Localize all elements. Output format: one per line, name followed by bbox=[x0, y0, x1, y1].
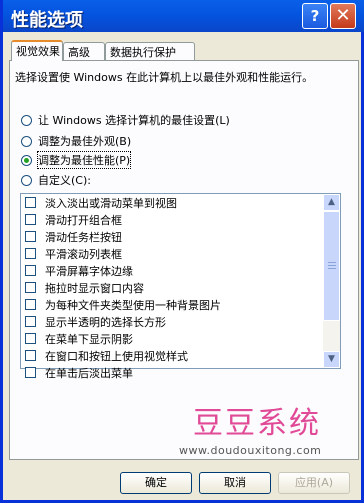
radio-circle bbox=[21, 114, 32, 126]
checkbox[interactable] bbox=[25, 231, 36, 242]
list-item[interactable]: 显示半透明的选择长方形 bbox=[21, 313, 323, 330]
list-item[interactable]: 在单击后淡出菜单 bbox=[21, 364, 323, 381]
checkbox[interactable] bbox=[25, 197, 36, 208]
grip-line bbox=[328, 262, 336, 263]
item-label: 平滑屏幕字体边缘 bbox=[45, 264, 133, 278]
list-item[interactable]: 在菜单下显示阴影 bbox=[21, 330, 323, 347]
scroll-up-button[interactable]: ▲ bbox=[323, 194, 340, 211]
watermark-url: www.doudouxitong.com bbox=[179, 444, 322, 457]
item-label: 拖拉时显示窗口内容 bbox=[45, 281, 144, 295]
radio-best-appearance[interactable]: 调整为最佳外观(B) bbox=[21, 133, 131, 149]
radio-best-performance[interactable]: 调整为最佳性能(P) bbox=[21, 151, 132, 169]
grip-line bbox=[328, 265, 336, 266]
scroll-thumb[interactable] bbox=[323, 211, 340, 321]
tab-advanced[interactable]: 高级 bbox=[63, 42, 105, 60]
title-bar[interactable]: 性能选项 ? ✕ bbox=[3, 0, 364, 32]
tab-visual-effects[interactable]: 视觉效果 bbox=[11, 40, 63, 61]
list-item[interactable]: 为每种文件夹类型使用一种背景图片 bbox=[21, 296, 323, 313]
radio-label: 调整为最佳性能(P) bbox=[36, 151, 132, 169]
watermark-logo: 豆豆系统 bbox=[193, 406, 321, 441]
item-label: 平滑滚动列表框 bbox=[45, 247, 122, 261]
item-label: 滑动打开组合框 bbox=[45, 213, 122, 227]
radio-label: 让 Windows 选择计算机的最佳设置(L) bbox=[38, 114, 230, 127]
item-label: 显示半透明的选择长方形 bbox=[45, 315, 166, 329]
radio-label: 调整为最佳外观(B) bbox=[38, 135, 132, 148]
list-item[interactable]: 拖拉时显示窗口内容 bbox=[21, 279, 323, 296]
apply-button[interactable]: 应用(A) bbox=[278, 472, 350, 494]
list-item[interactable]: 平滑屏幕字体边缘 bbox=[21, 262, 323, 279]
ok-button[interactable]: 确定 bbox=[120, 472, 192, 494]
list-item[interactable]: 淡入淡出或滑动菜单到视图 bbox=[21, 194, 323, 211]
list-item[interactable]: 平滑滚动列表框 bbox=[21, 245, 323, 262]
item-label: 在菜单下显示阴影 bbox=[45, 332, 133, 346]
radio-circle-selected bbox=[21, 154, 32, 166]
radio-label: 自定义(C): bbox=[38, 174, 91, 187]
visual-effects-list[interactable]: 淡入淡出或滑动菜单到视图 滑动打开组合框 滑动任务栏按钮 平滑滚动列表框 平滑屏… bbox=[20, 193, 341, 380]
item-label: 为每种文件夹类型使用一种背景图片 bbox=[45, 298, 221, 312]
item-label: 在窗口和按钮上使用视觉样式 bbox=[45, 349, 188, 363]
scroll-down-button[interactable]: ▼ bbox=[323, 351, 340, 368]
effects-items: 淡入淡出或滑动菜单到视图 滑动打开组合框 滑动任务栏按钮 平滑滚动列表框 平滑屏… bbox=[21, 194, 323, 381]
tab-data-execution-prevention[interactable]: 数据执行保护 bbox=[105, 42, 195, 60]
checkbox[interactable] bbox=[25, 265, 36, 276]
list-item[interactable]: 在窗口和按钮上使用视觉样式 bbox=[21, 347, 323, 364]
checkbox[interactable] bbox=[25, 333, 36, 344]
vertical-scrollbar[interactable]: ▲ ▼ bbox=[323, 194, 340, 368]
list-item[interactable]: 滑动打开组合框 bbox=[21, 211, 323, 228]
item-label: 淡入淡出或滑动菜单到视图 bbox=[45, 196, 177, 210]
checkbox[interactable] bbox=[25, 248, 36, 259]
checkbox[interactable] bbox=[25, 350, 36, 361]
help-button[interactable]: ? bbox=[302, 3, 328, 29]
checkbox[interactable] bbox=[25, 214, 36, 225]
performance-options-window: 性能选项 ? ✕ 视觉效果 高级 数据执行保护 选择设置使 Windows 在此… bbox=[0, 0, 364, 503]
grip-line bbox=[328, 268, 336, 269]
checkbox[interactable] bbox=[25, 282, 36, 293]
item-label: 在单击后淡出菜单 bbox=[45, 366, 133, 380]
list-item[interactable]: 滑动任务栏按钮 bbox=[21, 228, 323, 245]
radio-circle bbox=[21, 174, 32, 186]
radio-custom[interactable]: 自定义(C): bbox=[21, 172, 91, 188]
checkbox[interactable] bbox=[25, 316, 36, 327]
item-label: 滑动任务栏按钮 bbox=[45, 230, 122, 244]
checkbox[interactable] bbox=[25, 367, 36, 378]
cancel-button[interactable]: 取消 bbox=[199, 472, 271, 494]
checkbox[interactable] bbox=[25, 299, 36, 310]
window-title: 性能选项 bbox=[11, 10, 83, 31]
description-text: 选择设置使 Windows 在此计算机上以最佳外观和性能运行。 bbox=[15, 71, 314, 84]
radio-circle bbox=[21, 135, 32, 147]
close-button[interactable]: ✕ bbox=[330, 3, 356, 29]
radio-let-windows-choose[interactable]: 让 Windows 选择计算机的最佳设置(L) bbox=[21, 112, 230, 128]
